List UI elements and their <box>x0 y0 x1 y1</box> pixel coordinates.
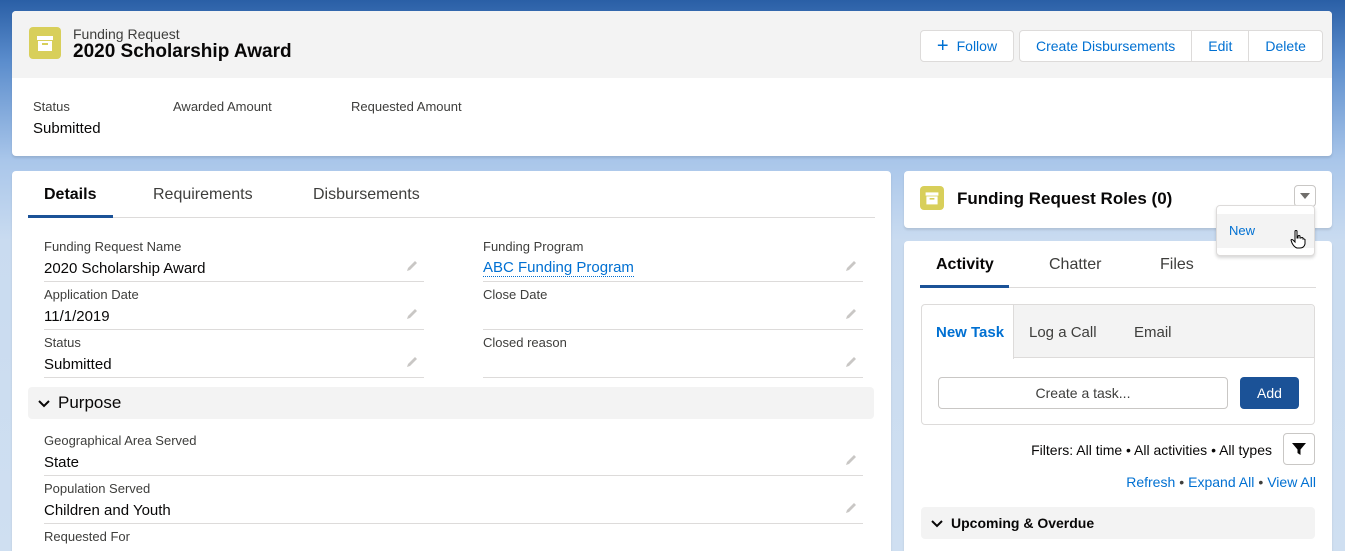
field-divider <box>44 523 863 524</box>
link-separator: • <box>1179 474 1185 490</box>
field-label: Geographical Area Served <box>44 433 197 448</box>
field-value: State <box>44 454 80 471</box>
upcoming-overdue-header[interactable]: Upcoming & Overdue <box>921 507 1315 539</box>
activity-card: Activity Chatter Files New Task Log a Ca… <box>904 241 1332 551</box>
field-population-served: Population Served Children and Youth <box>44 481 863 524</box>
create-disbursements-button[interactable]: Create Disbursements <box>1019 30 1193 62</box>
field-label: Population Served <box>44 481 151 496</box>
field-funding-request-name: Funding Request Name 2020 Scholarship Aw… <box>44 239 424 282</box>
field-divider <box>483 377 863 378</box>
field-label: Close Date <box>483 287 548 302</box>
field-divider <box>44 329 424 330</box>
field-requested-for: Requested For <box>44 529 863 544</box>
field-close-date: Close Date <box>483 287 863 330</box>
expand-all-link[interactable]: Expand All <box>1188 474 1254 490</box>
field-label: Funding Program <box>483 239 584 254</box>
details-tabs: Details Requirements Disbursements <box>28 171 875 218</box>
related-list-title[interactable]: Funding Request Roles (0) <box>957 189 1172 209</box>
highlight-label: Status <box>33 99 70 114</box>
highlight-value: Submitted <box>33 120 101 137</box>
plus-icon: + <box>936 35 949 57</box>
subtab-email[interactable]: Email <box>1134 324 1172 341</box>
field-value: 11/1/2019 <box>44 308 110 325</box>
highlight-awarded-amount: Awarded Amount <box>173 99 272 120</box>
field-value: Submitted <box>44 356 112 373</box>
highlight-status: Status Submitted <box>33 99 101 137</box>
record-header-top: Funding Request 2020 Scholarship Award +… <box>12 11 1332 78</box>
activity-links: Refresh • Expand All • View All <box>1126 474 1316 490</box>
active-tab-indicator <box>920 285 1009 288</box>
filter-icon <box>1292 443 1306 455</box>
active-tab-indicator <box>28 215 113 218</box>
tab-activity[interactable]: Activity <box>936 256 994 274</box>
field-funding-program: Funding Program ABC Funding Program <box>483 239 863 282</box>
publisher: New Task Log a Call Email Create a task.… <box>921 304 1315 425</box>
highlight-requested-amount: Requested Amount <box>351 99 462 120</box>
tab-disbursements[interactable]: Disbursements <box>313 186 420 204</box>
pencil-icon[interactable] <box>405 259 419 273</box>
link-separator: • <box>1258 474 1264 490</box>
field-divider <box>483 329 863 330</box>
pencil-icon[interactable] <box>405 355 419 369</box>
tab-chatter[interactable]: Chatter <box>1049 256 1101 274</box>
pencil-icon[interactable] <box>844 453 858 467</box>
highlight-label: Awarded Amount <box>173 99 272 114</box>
field-value: 2020 Scholarship Award <box>44 260 206 277</box>
create-task-input[interactable]: Create a task... <box>938 377 1228 409</box>
view-all-link[interactable]: View All <box>1267 474 1316 490</box>
field-application-date: Application Date 11/1/2019 <box>44 287 424 330</box>
pencil-icon[interactable] <box>844 259 858 273</box>
related-list-menu-button[interactable] <box>1294 185 1316 207</box>
subtab-log-a-call[interactable]: Log a Call <box>1029 324 1097 341</box>
record-actions: Create Disbursements Edit Delete <box>1019 30 1323 62</box>
refresh-link[interactable]: Refresh <box>1126 474 1175 490</box>
edit-button[interactable]: Edit <box>1191 30 1250 62</box>
pencil-icon[interactable] <box>844 307 858 321</box>
add-task-button[interactable]: Add <box>1240 377 1299 409</box>
delete-button[interactable]: Delete <box>1248 30 1323 62</box>
upcoming-overdue-label: Upcoming & Overdue <box>951 515 1095 531</box>
follow-button-label: Follow <box>956 38 998 54</box>
field-label: Status <box>44 335 81 350</box>
pencil-icon[interactable] <box>844 355 858 369</box>
funding-program-link[interactable]: ABC Funding Program <box>483 260 634 277</box>
chevron-down-icon <box>931 520 943 528</box>
tab-requirements[interactable]: Requirements <box>153 186 253 204</box>
subtab-new-task[interactable]: New Task <box>936 324 1004 341</box>
field-closed-reason: Closed reason <box>483 335 863 378</box>
filter-button[interactable] <box>1283 433 1315 465</box>
highlight-label: Requested Amount <box>351 99 462 114</box>
tab-details[interactable]: Details <box>44 186 96 204</box>
section-title: Purpose <box>58 393 122 412</box>
field-divider <box>483 281 863 282</box>
chevron-down-icon <box>1300 193 1310 199</box>
field-geographical-area: Geographical Area Served State <box>44 433 863 476</box>
field-label: Closed reason <box>483 335 567 350</box>
field-label: Funding Request Name <box>44 239 182 254</box>
field-divider <box>44 377 424 378</box>
chevron-down-icon <box>38 400 50 408</box>
hand-cursor-icon <box>1290 230 1306 249</box>
object-type-label: Funding Request <box>73 26 180 42</box>
record-header: Funding Request 2020 Scholarship Award +… <box>12 11 1332 156</box>
field-value: Children and Youth <box>44 502 171 519</box>
activity-filters-text: Filters: All time • All activities • All… <box>1031 442 1272 458</box>
field-status: Status Submitted <box>44 335 424 378</box>
follow-button[interactable]: + Follow <box>920 30 1014 62</box>
details-card: Details Requirements Disbursements Fundi… <box>12 171 891 551</box>
archive-icon <box>29 27 61 59</box>
archive-icon <box>920 186 944 210</box>
record-title: 2020 Scholarship Award <box>73 41 292 62</box>
pencil-icon[interactable] <box>844 501 858 515</box>
field-divider <box>44 281 424 282</box>
section-purpose-header[interactable]: Purpose <box>28 387 874 419</box>
field-label: Application Date <box>44 287 139 302</box>
tab-files[interactable]: Files <box>1160 256 1194 274</box>
pencil-icon[interactable] <box>405 307 419 321</box>
field-label: Requested For <box>44 529 130 544</box>
field-divider <box>44 475 863 476</box>
